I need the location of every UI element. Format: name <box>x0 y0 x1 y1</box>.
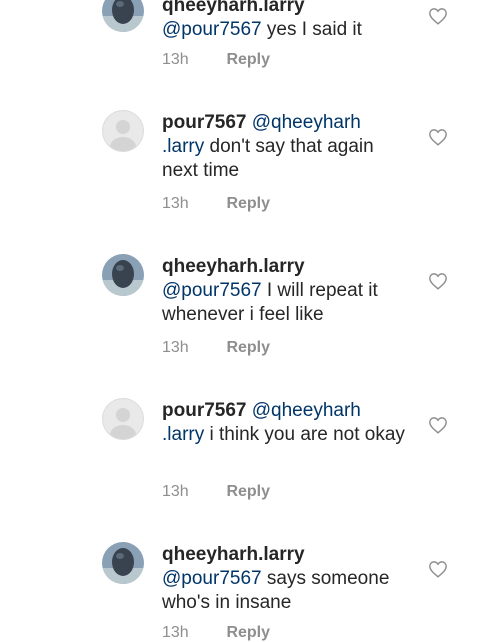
comment-username[interactable]: pour7567 <box>162 112 246 133</box>
comment-body: yes I said it <box>261 19 362 40</box>
comment-username[interactable]: qheeyharh.larry <box>162 0 305 16</box>
comment-meta: 13h Reply <box>162 339 270 357</box>
comment-mention-cont[interactable]: .larry <box>162 136 204 157</box>
comment-text: pour7567 @qheeyharh .larry don't say tha… <box>162 111 410 183</box>
default-avatar-icon <box>110 408 136 439</box>
comment-time: 13h <box>162 483 189 500</box>
comment-text: qheeyharh.larry @pour7567 I will repeat … <box>162 255 410 327</box>
avatar[interactable] <box>102 254 144 296</box>
profile-photo-icon <box>102 0 144 32</box>
comment-username[interactable]: qheeyharh.larry <box>162 544 305 565</box>
comment-username[interactable]: qheeyharh.larry <box>162 256 305 277</box>
comment-time: 13h <box>162 195 189 212</box>
like-button[interactable] <box>428 560 448 578</box>
reply-button[interactable]: Reply <box>226 483 270 500</box>
avatar[interactable] <box>102 542 144 584</box>
reply-button[interactable]: Reply <box>226 195 270 212</box>
reply-button[interactable]: Reply <box>226 339 270 356</box>
comment-mention[interactable]: @qheeyharh <box>252 400 361 421</box>
comment-meta: 13h Reply <box>162 624 270 642</box>
comment-text: pour7567 @qheeyharh .larry i think you a… <box>162 399 410 447</box>
comment-mention[interactable]: @pour7567 <box>162 19 262 40</box>
comment-mention[interactable]: @pour7567 <box>162 568 262 589</box>
like-button[interactable] <box>428 272 448 290</box>
reply-button[interactable]: Reply <box>226 51 270 68</box>
default-avatar-icon <box>110 120 136 151</box>
comment-text: qheeyharh.larry @pour7567 yes I said it <box>162 0 410 42</box>
heart-outline-icon <box>429 129 447 146</box>
comment-meta: 13h Reply <box>162 195 270 213</box>
profile-photo-icon <box>102 254 144 296</box>
heart-outline-icon <box>429 417 447 434</box>
comment-time: 13h <box>162 51 189 68</box>
comment-mention[interactable]: @pour7567 <box>162 280 262 301</box>
comment-time: 13h <box>162 624 189 641</box>
avatar[interactable] <box>102 398 144 440</box>
like-button[interactable] <box>428 7 448 25</box>
heart-outline-icon <box>429 561 447 578</box>
like-button[interactable] <box>428 128 448 146</box>
comment-mention[interactable]: @qheeyharh <box>252 112 361 133</box>
reply-button[interactable]: Reply <box>226 624 270 641</box>
comment-username[interactable]: pour7567 <box>162 400 246 421</box>
comment-time: 13h <box>162 339 189 356</box>
heart-outline-icon <box>429 273 447 290</box>
comment-meta: 13h Reply <box>162 51 270 69</box>
avatar[interactable] <box>102 0 144 32</box>
comment-mention-cont[interactable]: .larry <box>162 424 204 445</box>
heart-outline-icon <box>429 8 447 25</box>
profile-photo-icon <box>102 542 144 584</box>
comment-text: qheeyharh.larry @pour7567 says someone w… <box>162 543 410 615</box>
comment-body: i think you are not okay <box>204 424 405 445</box>
avatar[interactable] <box>102 110 144 152</box>
comment-meta: 13h Reply <box>162 483 270 501</box>
like-button[interactable] <box>428 416 448 434</box>
